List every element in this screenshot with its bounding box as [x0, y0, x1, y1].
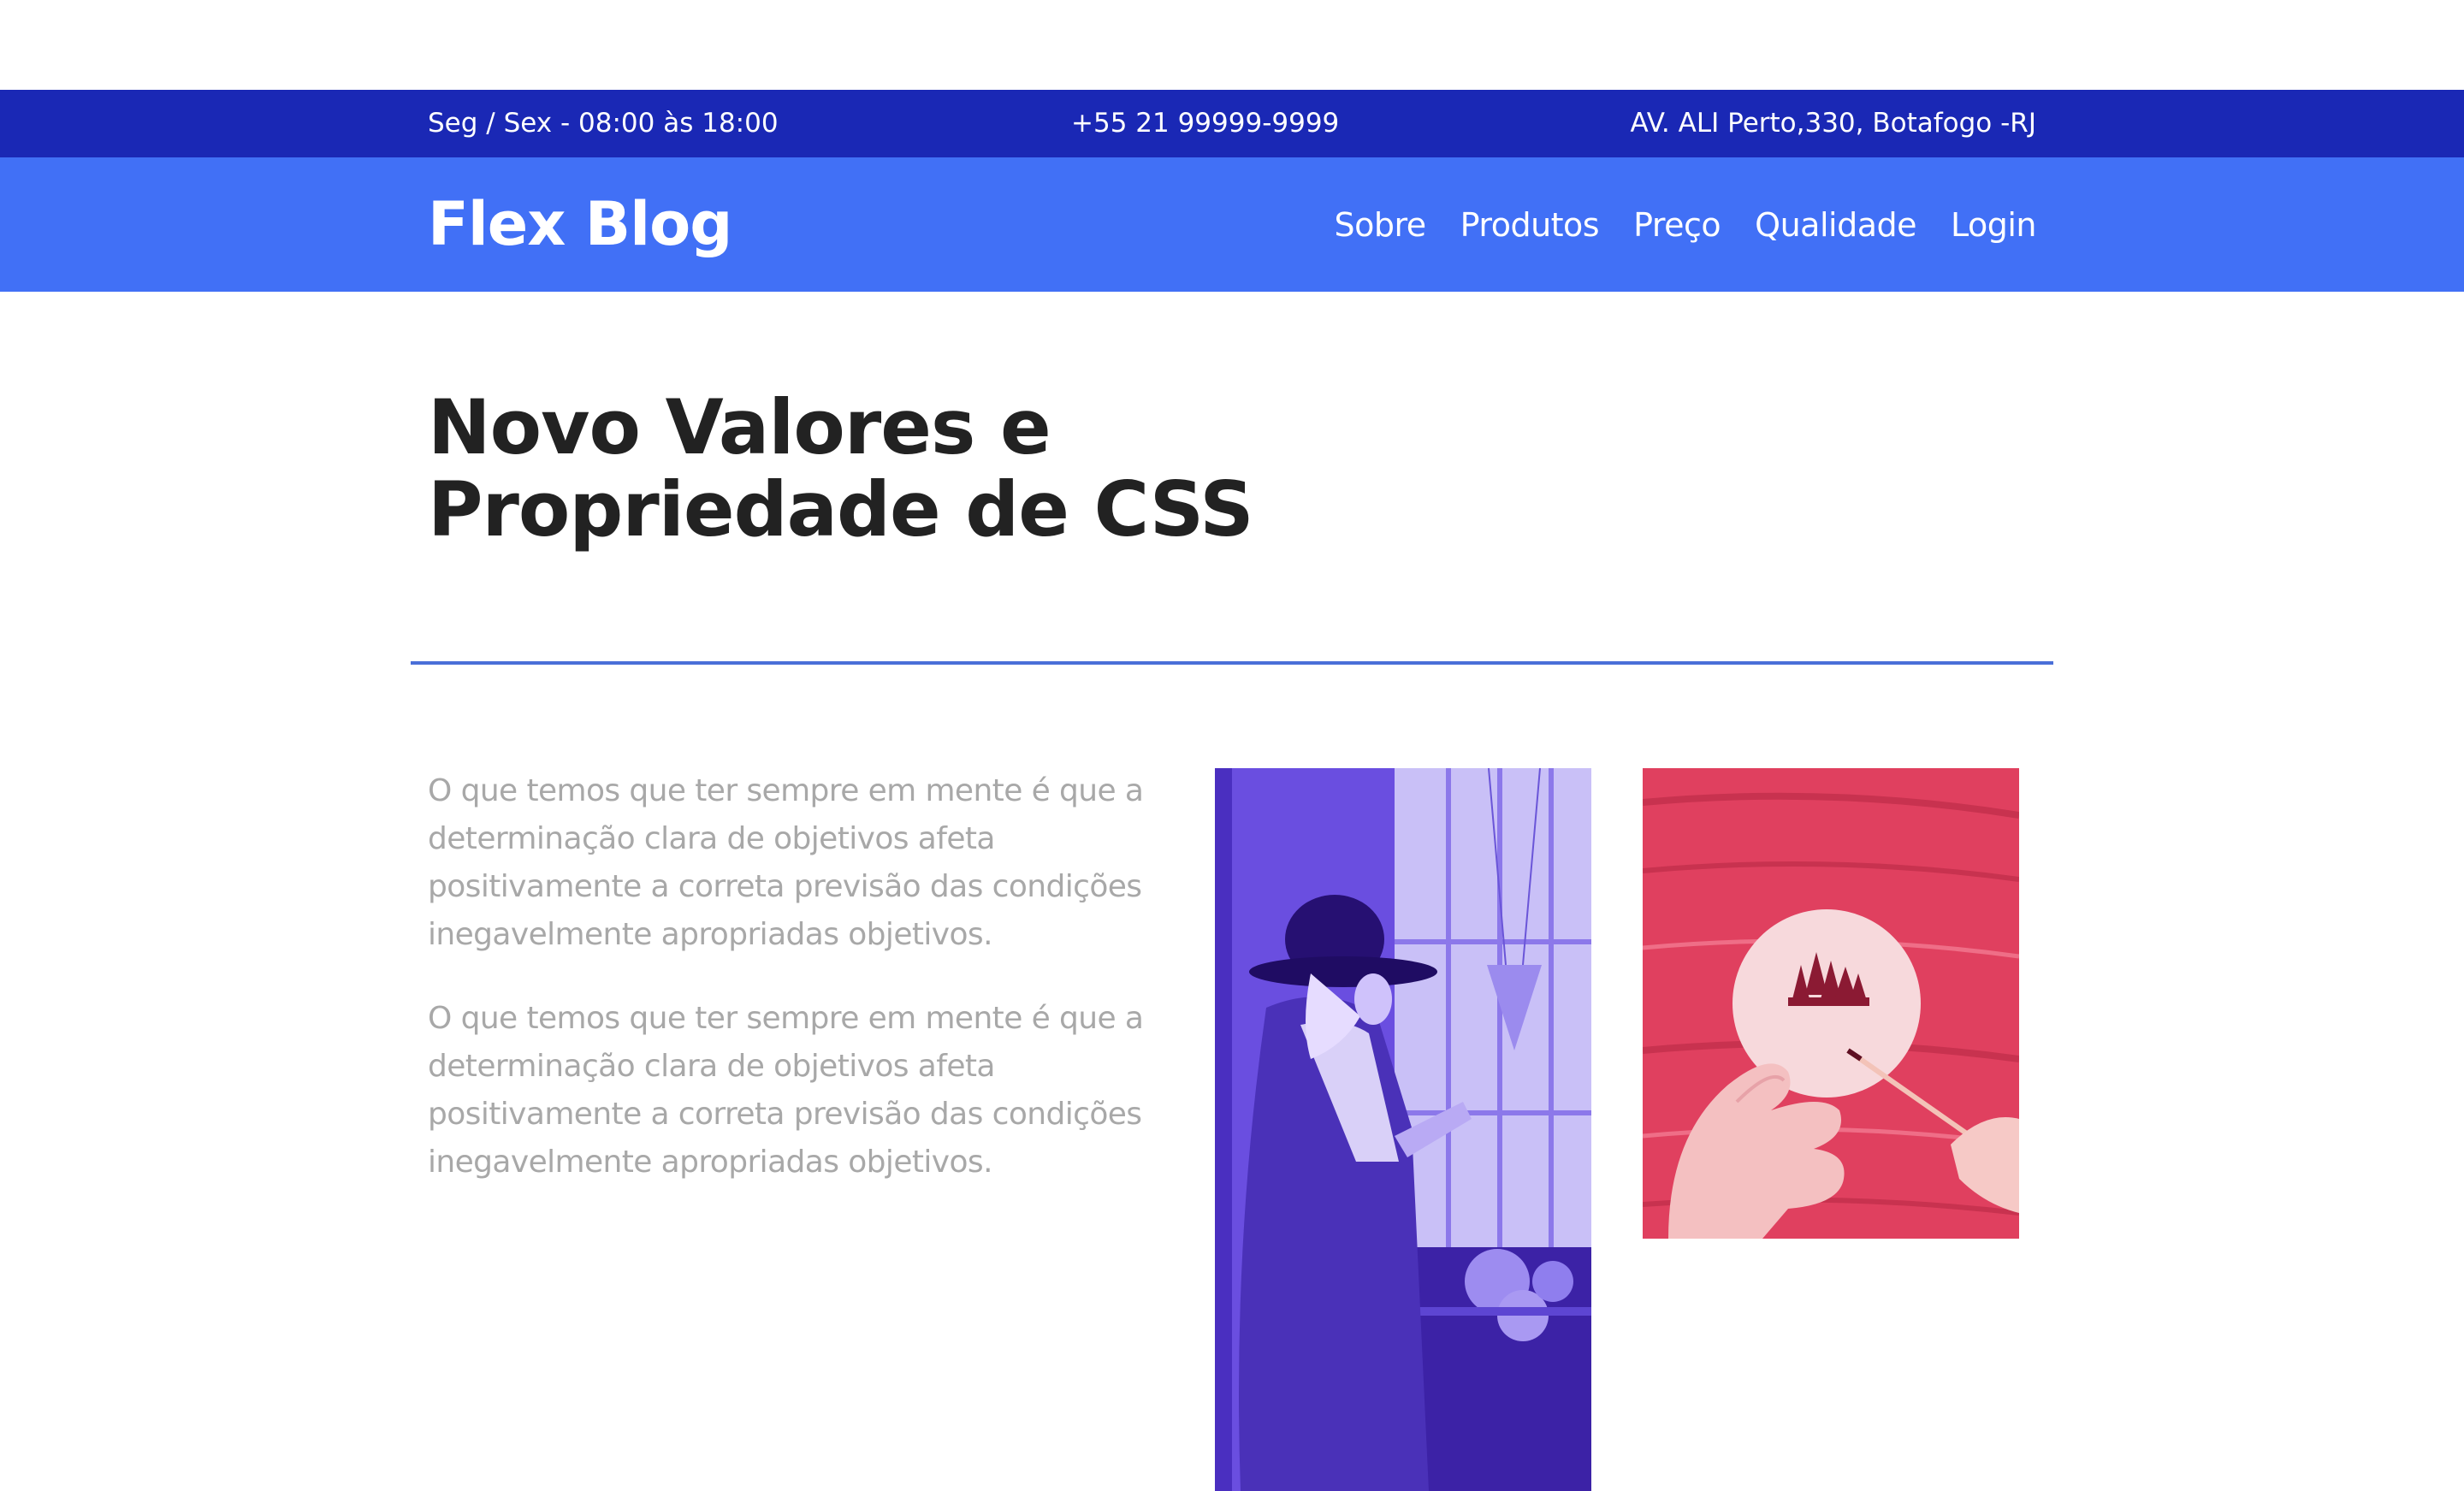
woman-with-hat-image	[1215, 768, 1591, 1491]
phone-number[interactable]: +55 21 99999-9999	[1071, 90, 1339, 157]
article-paragraph-2: O que temos que ter sempre em mente é qu…	[428, 1001, 1144, 1180]
hands-painting-image	[1643, 768, 2019, 1239]
address: AV. ALI Perto,330, Botafogo -RJ	[1630, 108, 2036, 139]
opening-hours: Seg / Sex - 08:00 às 18:00	[428, 108, 779, 139]
page-title-line-2: Propriedade de CSS	[428, 465, 1254, 553]
hands-painting-photo	[1643, 768, 2019, 1239]
nav-link-qualidade[interactable]: Qualidade	[1755, 206, 1916, 244]
top-info-bar: Seg / Sex - 08:00 às 18:00 +55 21 99999-…	[0, 90, 2464, 157]
nav-link-sobre[interactable]: Sobre	[1335, 206, 1427, 244]
page-title: Novo Valores e Propriedade de CSS	[428, 387, 1711, 551]
section-divider	[411, 661, 2053, 665]
page-title-line-1: Novo Valores e	[428, 383, 1051, 471]
article-paragraph-1: O que temos que ter sempre em mente é qu…	[428, 773, 1144, 952]
site-logo[interactable]: Flex Blog	[428, 157, 732, 292]
nav-link-login[interactable]: Login	[1951, 206, 2037, 244]
woman-with-hat-photo	[1215, 768, 1591, 1491]
article-text: O que temos que ter sempre em mente é qu…	[428, 767, 1164, 1222]
nav-link-preco[interactable]: Preço	[1633, 206, 1721, 244]
nav-link-produtos[interactable]: Produtos	[1460, 206, 1600, 244]
main-navbar: Flex Blog Sobre Produtos Preço Qualidade…	[0, 157, 2464, 292]
nav-menu: Sobre Produtos Preço Qualidade Login	[1335, 157, 2037, 292]
